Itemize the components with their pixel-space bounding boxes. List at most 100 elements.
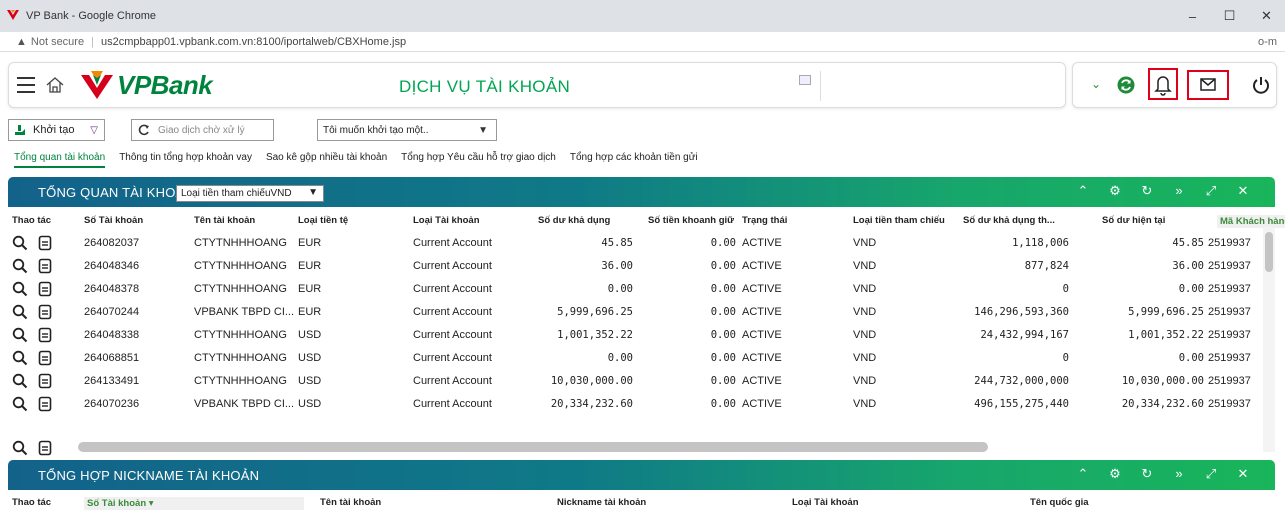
close-window-button[interactable]: ✕	[1248, 0, 1285, 32]
initiate-select[interactable]: Tôi muốn khởi tạo một.. ▼	[317, 119, 497, 141]
create-dropdown[interactable]: Khởi tạo ▽	[8, 119, 105, 141]
mail-button[interactable]	[1187, 70, 1229, 100]
url-text[interactable]: us2cmpbapp01.vpbank.com.vn:8100/iportalw…	[101, 36, 406, 48]
home-icon[interactable]	[45, 75, 65, 95]
cell-account-number[interactable]: 264068851	[84, 352, 139, 364]
maximize-button[interactable]: ☐	[1211, 0, 1248, 32]
expand-more-icon[interactable]: »	[1163, 466, 1195, 482]
cell-account-number[interactable]: 264070244	[84, 306, 139, 318]
cell-available-ref: 24,432,994,167	[980, 329, 1069, 341]
overview-table-header: Thao tác Số Tài khoản Tên tài khoản Loại…	[8, 212, 1285, 229]
table-row[interactable]: 264048378 CTYTNHHHOANG EUR Current Account 0…	[8, 278, 1261, 301]
pending-placeholder: Giao dịch chờ xử lý	[158, 124, 245, 136]
cell-account-name: VPBANK TBPD CI...	[194, 306, 295, 318]
close-icon[interactable]: ✕	[1227, 466, 1259, 482]
document-icon[interactable]	[38, 350, 52, 366]
cell-customer-id: 2519937	[1208, 329, 1251, 341]
horizontal-scrollbar-thumb[interactable]	[78, 442, 988, 452]
cell-currency: EUR	[298, 237, 322, 249]
col-account-name[interactable]: Tên tài khoản	[320, 497, 381, 508]
table-row[interactable]: 264048338 CTYTNHHHOANG USD Current Account 1…	[8, 324, 1261, 347]
minimize-button[interactable]: –	[1174, 0, 1211, 32]
cell-account-name: CTYTNHHHOANG	[194, 237, 287, 249]
key-icon[interactable]: o-m	[1258, 36, 1277, 48]
table-row[interactable]: 264133491 CTYTNHHHOANG USD Current Account 1…	[8, 370, 1261, 393]
refresh-icon[interactable]: ↻	[1131, 183, 1163, 199]
col-status[interactable]: Trạng thái	[742, 215, 787, 226]
nickname-panel-header: TỔNG HỢP NICKNAME TÀI KHOẢN ⌃ ⚙ ↻ » ⤢ ✕	[8, 460, 1275, 490]
document-icon[interactable]	[38, 440, 52, 456]
search-icon[interactable]	[12, 327, 28, 343]
cell-customer-id: 2519937	[1208, 237, 1251, 249]
document-icon[interactable]	[38, 327, 52, 343]
header-actions: ⌄	[1072, 62, 1277, 108]
search-icon[interactable]	[12, 373, 28, 389]
cell-account-number[interactable]: 264048378	[84, 283, 139, 295]
document-icon[interactable]	[38, 373, 52, 389]
col-current-balance[interactable]: Số dư hiện tại	[1102, 215, 1165, 226]
cell-current-balance: 45.85	[1172, 237, 1204, 249]
search-icon[interactable]	[12, 350, 28, 366]
chevron-down-icon[interactable]: ⌄	[1091, 77, 1101, 91]
cell-current-balance: 0.00	[1178, 283, 1204, 295]
tab-loans[interactable]: Thông tin tổng hợp khoản vay	[119, 150, 252, 172]
search-icon[interactable]	[12, 258, 28, 274]
cell-account-number[interactable]: 264048338	[84, 329, 139, 341]
collapse-icon[interactable]: ⌃	[1067, 466, 1099, 482]
document-icon[interactable]	[38, 396, 52, 412]
maximize-icon[interactable]: ⤢	[1195, 183, 1227, 199]
col-account-type[interactable]: Loại Tài khoản	[792, 497, 859, 508]
col-ref-currency[interactable]: Loại tiền tham chiếu	[853, 215, 945, 226]
pending-transactions-field[interactable]: Giao dịch chờ xử lý	[131, 119, 274, 141]
col-available-ref[interactable]: Số dư khả dụng th...	[963, 215, 1055, 226]
cell-account-number[interactable]: 264082037	[84, 237, 139, 249]
col-available-balance[interactable]: Số dư khả dụng	[538, 215, 610, 226]
document-icon[interactable]	[38, 304, 52, 320]
col-account-name[interactable]: Tên tài khoản	[194, 215, 255, 226]
ref-currency-select[interactable]: Loại tiền tham chiếuVND ▼	[176, 185, 324, 202]
settings-icon[interactable]: ⚙	[1099, 466, 1131, 482]
expand-more-icon[interactable]: »	[1163, 183, 1195, 199]
table-row[interactable]: 264048346 CTYTNHHHOANG EUR Current Account 3…	[8, 255, 1261, 278]
sync-icon[interactable]	[1117, 76, 1135, 94]
cell-currency: EUR	[298, 306, 322, 318]
refresh-c-icon	[138, 124, 149, 136]
col-account-number[interactable]: Số Tài khoản ▾	[84, 497, 304, 510]
col-account-type[interactable]: Loại Tài khoản	[413, 215, 480, 226]
search-icon[interactable]	[12, 440, 28, 456]
table-row[interactable]: 264082037 CTYTNHHHOANG EUR Current Account 4…	[8, 232, 1261, 255]
close-icon[interactable]: ✕	[1227, 183, 1259, 199]
cell-account-number[interactable]: 264133491	[84, 375, 139, 387]
hamburger-menu-icon[interactable]	[17, 77, 35, 93]
col-account-number[interactable]: Số Tài khoản	[84, 215, 143, 226]
address-bar[interactable]: ▲ Not secure | us2cmpbapp01.vpbank.com.v…	[0, 32, 1285, 52]
notification-bell-button[interactable]	[1148, 68, 1178, 100]
cell-account-number[interactable]: 264070236	[84, 398, 139, 410]
tab-support-requests[interactable]: Tổng hợp Yêu cầu hỗ trợ giao dịch	[401, 150, 556, 172]
refresh-icon[interactable]: ↻	[1131, 466, 1163, 482]
document-icon[interactable]	[38, 281, 52, 297]
search-icon[interactable]	[12, 304, 28, 320]
table-row[interactable]: 264070236 VPBANK TBPD CI... USD Current Acc…	[8, 393, 1261, 416]
tab-overview[interactable]: Tổng quan tài khoản	[14, 150, 106, 168]
search-icon[interactable]	[12, 235, 28, 251]
col-currency[interactable]: Loại tiền tệ	[298, 215, 348, 226]
vertical-scrollbar-thumb[interactable]	[1265, 232, 1273, 272]
col-held-amount[interactable]: Số tiền khoanh giữ	[648, 215, 734, 226]
cell-account-number[interactable]: 264048346	[84, 260, 139, 272]
document-icon[interactable]	[38, 258, 52, 274]
collapse-icon[interactable]: ⌃	[1067, 183, 1099, 199]
table-row[interactable]: 264068851 CTYTNHHHOANG USD Current Account 0…	[8, 347, 1261, 370]
col-country[interactable]: Tên quốc gia	[1030, 497, 1089, 508]
table-row[interactable]: 264070244 VPBANK TBPD CI... EUR Current Acc…	[8, 301, 1261, 324]
settings-icon[interactable]: ⚙	[1099, 183, 1131, 199]
tab-deposits[interactable]: Tổng hợp các khoản tiền gửi	[570, 150, 698, 172]
search-icon[interactable]	[12, 396, 28, 412]
tab-consolidated-statement[interactable]: Sao kê gộp nhiều tài khoản	[266, 150, 387, 172]
col-nickname[interactable]: Nickname tài khoản	[557, 497, 646, 508]
vpbank-logo[interactable]: VPBank	[79, 67, 213, 103]
power-icon[interactable]	[1251, 75, 1271, 95]
document-icon[interactable]	[38, 235, 52, 251]
search-icon[interactable]	[12, 281, 28, 297]
maximize-icon[interactable]: ⤢	[1195, 466, 1227, 482]
